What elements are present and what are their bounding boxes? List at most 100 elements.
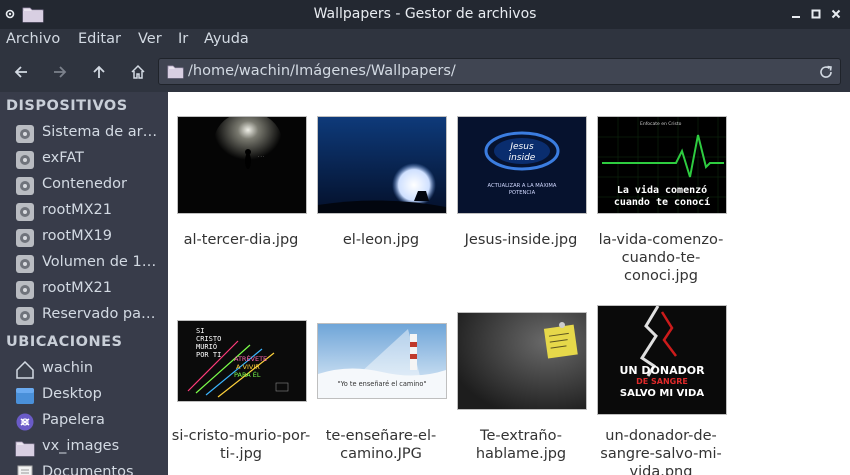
menu-ir[interactable]: Ir (178, 31, 188, 47)
svg-text:. . .: . . . (258, 153, 264, 158)
menu-ver[interactable]: Ver (138, 31, 162, 47)
reload-icon[interactable] (818, 64, 834, 80)
thumb-text: La vida comenzó (617, 184, 707, 196)
thumbnail: UN DONADOR DE SANGRE SALVO MI VIDA (597, 305, 727, 415)
thumb-text: SI (196, 327, 204, 335)
thumb-text: A VIVIR (236, 363, 260, 371)
thumbnail (457, 312, 587, 410)
sidebar-item-label: Contenedor (42, 176, 127, 192)
sidebar-item-label: Reservado pa… (42, 306, 156, 322)
file-name: al-tercer-dia.jpg (183, 232, 299, 248)
sidebar-item-label: Sistema de ar… (42, 124, 158, 140)
thumb-text: PARA ÉL (234, 370, 261, 379)
menu-ayuda[interactable]: Ayuda (204, 31, 249, 47)
sidebar-item-device-8[interactable]: Reservado pa… (0, 303, 168, 329)
file-name: Te-extraño-hablame.jpg (475, 428, 567, 462)
thumb-text: ACTUALIZAR A LA MÁXIMA (488, 182, 557, 189)
thumbnail: SI CRISTO MURIÓ POR TI ATRÉVETE A VIVIR … (177, 320, 307, 402)
menu-bar: Archivo Editar Ver Ir Ayuda (0, 29, 850, 51)
drive-icon (16, 125, 34, 143)
file-name: un-donador-de-sangre-salvo-mi-vida.png (600, 428, 722, 475)
arrow-up-icon (93, 65, 105, 78)
window-title: Wallpapers - Gestor de archivos (313, 6, 537, 22)
thumb-text: POR TI (196, 351, 221, 359)
menu-archivo[interactable]: Archivo (6, 31, 60, 47)
thumbnail: Enfocate en Cristo La vida comenzó cuand… (597, 116, 727, 214)
sidebar-item-label: vx_images (42, 438, 120, 454)
sidebar-item-device-2[interactable]: exFAT (0, 147, 168, 173)
sidebar-item-vx-images[interactable]: vx_images (0, 435, 168, 461)
sidebar-item-papelera[interactable]: Papelera (0, 409, 168, 435)
drive-icon (16, 307, 34, 325)
drive-icon (16, 255, 34, 273)
trash-icon (16, 413, 34, 431)
devices-header: DISPOSITIVOS (6, 98, 128, 114)
file-name: si-cristo-murio-por-ti-.jpg (171, 428, 311, 462)
document-icon (17, 465, 33, 475)
sidebar: DISPOSITIVOS Sistema de ar… exFAT Conten… (0, 92, 168, 475)
sidebar-item-label: wachin (42, 360, 94, 376)
up-button[interactable] (86, 59, 112, 85)
folder-icon (15, 441, 35, 457)
file-name: el-leon.jpg (342, 232, 420, 248)
toolbar: /home/wachin/Imágenes/Wallpapers/ (0, 51, 850, 93)
close-icon[interactable] (828, 6, 844, 22)
thumb-text: "Yo te enseñaré el camino" (338, 380, 427, 388)
drive-icon (16, 281, 34, 299)
file-name: te-enseñare-el-camino.JPG (325, 428, 437, 462)
file-view[interactable]: . . . al-tercer-dia.jpg el-leon.jpg Jesu… (168, 92, 850, 475)
minimize-icon[interactable] (788, 6, 804, 22)
thumb-text: CRISTO (196, 335, 221, 343)
thumb-text: SALVO MI VIDA (620, 388, 704, 399)
location-bar[interactable]: /home/wachin/Imágenes/Wallpapers/ (158, 58, 841, 85)
title-bar: Wallpapers - Gestor de archivos (0, 0, 850, 29)
sidebar-item-label: rootMX21 (42, 280, 112, 296)
sidebar-item-device-6[interactable]: Volumen de 1… (0, 251, 168, 277)
file-name: Jesus-inside.jpg (464, 232, 578, 248)
thumbnail (317, 116, 447, 214)
thumb-text: Jesus (508, 142, 534, 152)
thumbnail: "Yo te enseñaré el camino" (317, 323, 447, 399)
drive-icon (16, 177, 34, 195)
arrow-left-icon (14, 66, 27, 78)
places-header: UBICACIONES (6, 334, 123, 350)
drive-icon (16, 151, 34, 169)
folder-icon (167, 65, 184, 79)
sidebar-item-label: Desktop (42, 386, 102, 402)
sidebar-item-device-4[interactable]: rootMX21 (0, 199, 168, 225)
location-path[interactable]: /home/wachin/Imágenes/Wallpapers/ (188, 63, 456, 79)
thumb-text: ATRÉVETE (234, 354, 267, 363)
thumb-text: inside (509, 153, 536, 163)
thumb-text: cuando te conocí (614, 196, 710, 208)
home-icon (16, 361, 34, 379)
thumb-text: DE SANGRE (636, 377, 688, 386)
desktop-icon (16, 388, 34, 404)
sidebar-item-desktop[interactable]: Desktop (0, 383, 168, 409)
sidebar-item-device-3[interactable]: Contenedor (0, 173, 168, 199)
sidebar-item-label: Volumen de 1… (42, 254, 157, 270)
thumb-text: POTENCIA (509, 190, 536, 196)
sidebar-item-wachin[interactable]: wachin (0, 357, 168, 383)
thumbnail: Jesus inside ACTUALIZAR A LA MÁXIMA POTE… (457, 116, 587, 214)
sidebar-item-label: rootMX21 (42, 202, 112, 218)
sidebar-item-device-5[interactable]: rootMX19 (0, 225, 168, 251)
back-button[interactable] (8, 59, 34, 85)
home-button[interactable] (125, 59, 151, 85)
home-icon (131, 64, 145, 79)
file-name: la-vida-comenzo-cuando-te-conoci.jpg (598, 232, 724, 284)
menu-editar[interactable]: Editar (78, 31, 121, 47)
thumb-text: MURIÓ (196, 342, 217, 351)
sidebar-item-label: exFAT (42, 150, 84, 166)
sidebar-item-documentos[interactable]: Documentos (0, 461, 168, 475)
sidebar-item-label: Papelera (42, 412, 105, 428)
thumbnail: . . . (177, 116, 307, 214)
thumb-text: UN DONADOR (619, 364, 705, 377)
arrow-right-icon (54, 66, 67, 78)
sidebar-item-device-7[interactable]: rootMX21 (0, 277, 168, 303)
sidebar-item-device-1[interactable]: Sistema de ar… (0, 121, 168, 147)
drive-icon (16, 203, 34, 221)
thumb-text: Enfocate en Cristo (640, 121, 682, 127)
forward-button[interactable] (47, 59, 73, 85)
maximize-icon[interactable] (808, 6, 824, 22)
drive-icon (16, 229, 34, 247)
